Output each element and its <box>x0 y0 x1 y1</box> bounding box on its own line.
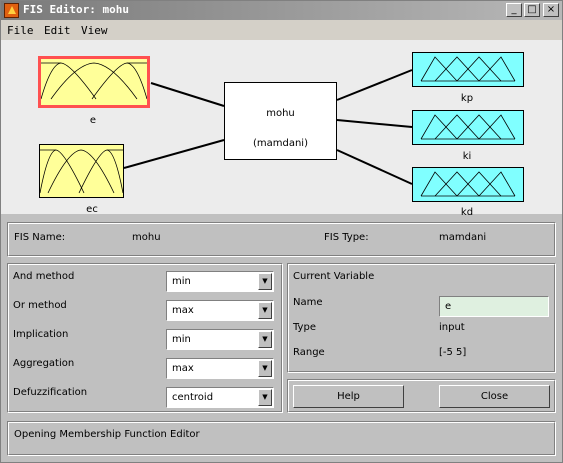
current-variable-panel: Current Variable Name Type input Range [… <box>287 263 556 373</box>
close-button[interactable]: Close <box>439 385 550 408</box>
and-method-value: min <box>172 276 191 287</box>
defuzzification-label: Defuzzification <box>13 387 88 398</box>
or-method-label: Or method <box>13 300 67 311</box>
close-window-button[interactable]: × <box>543 3 559 17</box>
current-variable-heading: Current Variable <box>293 271 375 282</box>
fis-type-label: FIS Type: <box>324 232 369 243</box>
variable-name-input[interactable]: e <box>439 296 549 317</box>
defuzzification-select[interactable]: centroid ▼ <box>166 387 274 408</box>
chevron-down-icon[interactable]: ▼ <box>258 273 272 290</box>
menu-bar: File Edit View <box>1 20 562 40</box>
defuzzification-value: centroid <box>172 392 214 403</box>
chevron-down-icon[interactable]: ▼ <box>258 331 272 348</box>
output-mf-triangles-icon <box>420 114 516 140</box>
output-kp-label: kp <box>460 93 474 104</box>
chevron-down-icon[interactable]: ▼ <box>258 360 272 377</box>
and-method-select[interactable]: min ▼ <box>166 271 274 292</box>
aggregation-label: Aggregation <box>13 358 75 369</box>
window-title: FIS Editor: mohu <box>23 3 129 16</box>
methods-panel: And method min ▼ Or method max ▼ Implica… <box>7 263 283 413</box>
and-method-label: And method <box>13 271 75 282</box>
help-button[interactable]: Help <box>293 385 404 408</box>
variable-name-value: e <box>445 301 452 312</box>
variable-name-label: Name <box>293 297 323 308</box>
menu-view[interactable]: View <box>81 24 108 37</box>
fis-name-label: FIS Name: <box>14 232 66 243</box>
output-kd-label: kd <box>460 207 474 218</box>
variable-type-value: input <box>439 322 465 333</box>
title-bar[interactable]: FIS Editor: mohu _ □ × <box>1 1 562 20</box>
aggregation-value: max <box>172 363 194 374</box>
input-mf-curves-icon <box>40 149 123 194</box>
output-mf-triangles-icon <box>420 171 516 197</box>
system-name: mohu <box>266 108 295 119</box>
output-ki-label: ki <box>462 151 472 162</box>
status-panel: Opening Membership Function Editor <box>7 421 556 456</box>
matlab-logo-icon <box>4 3 19 18</box>
aggregation-select[interactable]: max ▼ <box>166 358 274 379</box>
fis-system-box[interactable]: mohu (mamdani) <box>224 82 337 160</box>
input-ec-box[interactable] <box>39 144 124 198</box>
buttons-panel: Help Close <box>287 379 556 413</box>
fis-name-value: mohu <box>132 232 161 243</box>
fis-type-value: mamdani <box>439 232 487 243</box>
menu-edit[interactable]: Edit <box>44 24 71 37</box>
minimize-button[interactable]: _ <box>506 3 522 17</box>
implication-value: min <box>172 334 191 345</box>
output-ki-box[interactable] <box>412 110 524 145</box>
implication-label: Implication <box>13 329 69 340</box>
output-kd-box[interactable] <box>412 167 524 202</box>
status-message: Opening Membership Function Editor <box>14 429 200 440</box>
fis-info-panel: FIS Name: mohu FIS Type: mamdani <box>7 222 556 257</box>
variable-range-value: [-5 5] <box>439 347 467 358</box>
fis-editor-window: FIS Editor: mohu _ □ × File Edit View e <box>0 0 563 463</box>
variable-type-label: Type <box>293 322 316 333</box>
input-ec-label: ec <box>86 204 98 215</box>
system-type: (mamdani) <box>252 138 308 149</box>
menu-file[interactable]: File <box>7 24 34 37</box>
implication-select[interactable]: min ▼ <box>166 329 274 350</box>
input-e-box[interactable] <box>38 56 150 108</box>
chevron-down-icon[interactable]: ▼ <box>258 389 272 406</box>
output-kp-box[interactable] <box>412 52 524 87</box>
fis-diagram: e ec mohu (mamdani) kp ki kd <box>1 40 562 218</box>
or-method-value: max <box>172 305 194 316</box>
maximize-button[interactable]: □ <box>524 3 540 17</box>
output-mf-triangles-icon <box>420 56 516 82</box>
variable-range-label: Range <box>293 347 325 358</box>
or-method-select[interactable]: max ▼ <box>166 300 274 321</box>
chevron-down-icon[interactable]: ▼ <box>258 302 272 319</box>
input-mf-curves-icon <box>41 62 147 100</box>
input-e-label: e <box>89 115 97 126</box>
